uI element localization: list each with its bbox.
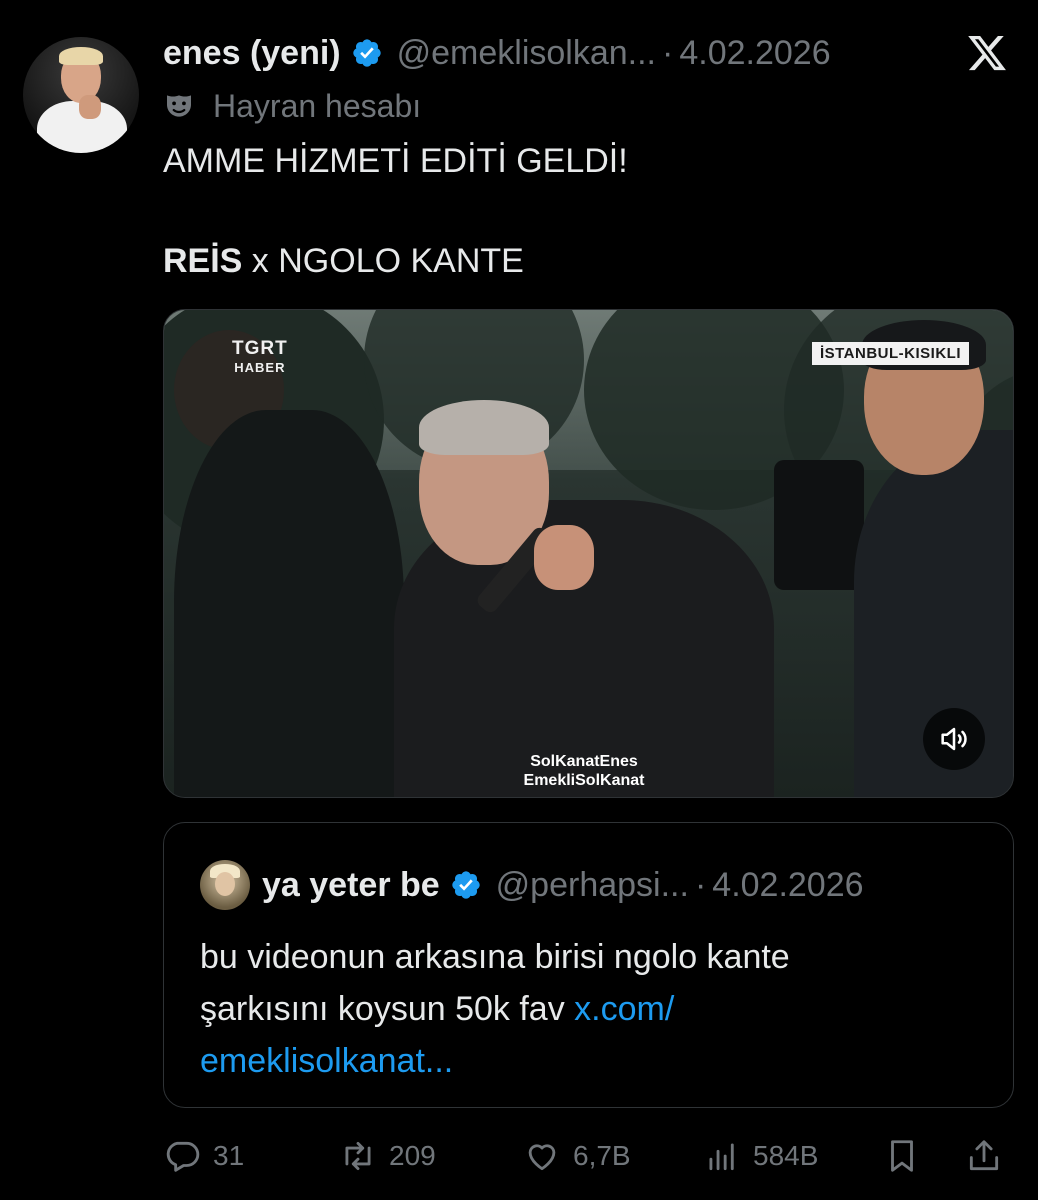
bookmark-button[interactable] [883,1132,921,1180]
tweet-date[interactable]: 4.02.2026 [679,34,830,73]
location-badge: İSTANBUL-KISIKLI [811,342,969,365]
separator-dot: · [694,865,707,904]
repost-icon [345,1141,371,1171]
quote-text: bu videonun arkasına birisi ngolo kante … [200,931,790,1087]
like-button[interactable]: 6,7B [523,1132,631,1180]
speaker-icon [941,727,967,751]
bookmark-icon [891,1140,913,1172]
sound-toggle-button[interactable] [923,708,985,770]
quote-header: ya yeter be @perhapsi... · 4.02.2026 [262,861,864,909]
reply-count: 31 [213,1140,245,1171]
share-button[interactable] [965,1132,1003,1180]
separator-dot: · [662,33,674,72]
tweet-text-line2: REİS x NGOLO KANTE [163,242,524,281]
views-icon [709,1143,734,1171]
like-count: 6,7B [573,1140,631,1171]
watermark-line2: EmekliSolKanat [523,772,645,789]
quote-date[interactable]: 4.02.2026 [712,866,863,905]
verified-badge-icon [452,871,480,899]
tweet-header: enes (yeni) @emeklisolkan... · 4.02.2026 [163,30,831,76]
repost-button[interactable]: 209 [339,1132,436,1180]
tweet-text-line1: AMME HİZMETİ EDİTİ GELDİ! [163,142,628,180]
avatar-hair [59,47,103,65]
views-count: 584B [753,1140,819,1171]
quote-text-line2: şarkısını koysun 50k fav x.com/ [200,983,790,1035]
watermark-line1: SolKanatEnes [530,753,638,770]
channel-logo: TGRT HABER [232,338,288,375]
video-watermark: SolKanatEnes EmekliSolKanat [494,752,674,790]
video-figure [174,410,404,797]
quoted-tweet[interactable]: ya yeter be @perhapsi... · 4.02.2026 bu … [163,822,1014,1108]
author-avatar[interactable] [23,37,139,153]
share-icon [969,1140,999,1171]
reply-button[interactable]: 31 [163,1132,244,1180]
quote-text-line2-plain: şarkısını koysun 50k fav [200,990,575,1028]
tweet-video[interactable]: TGRT HABER İSTANBUL-KISIKLI SolKanatEnes… [163,309,1014,798]
reply-icon [166,1141,200,1172]
video-camera [774,460,864,590]
x-logo-icon [968,35,1006,71]
video-figure [534,525,594,590]
account-label: Hayran hesabı [213,87,422,124]
views-button[interactable]: 584B [703,1132,818,1180]
quote-link-part2[interactable]: emeklisolkanat... [200,1035,790,1087]
video-figure [419,400,549,455]
author-handle[interactable]: @emeklisolkan... [397,34,656,73]
repost-count: 209 [389,1140,436,1171]
channel-name: TGRT [232,338,288,359]
heart-icon [528,1144,556,1171]
author-display-name[interactable]: enes (yeni) [163,34,341,73]
theater-mask-icon [167,95,191,117]
quote-text-line1: bu videonun arkasına birisi ngolo kante [200,938,790,976]
tweet-text-bold: REİS [163,242,243,280]
channel-sub: HABER [234,360,286,375]
verified-badge-icon [352,39,381,67]
avatar-face [215,872,235,896]
quote-author-name[interactable]: ya yeter be [262,866,440,905]
avatar-hand [79,95,101,119]
account-label-row: Hayran hesabı [163,84,421,128]
quote-author-avatar[interactable] [200,860,250,910]
action-bar: 31 209 6,7B 584B [163,1132,1014,1180]
quote-link-part1[interactable]: x.com/ [574,990,674,1028]
tweet-text-rest: x NGOLO KANTE [242,242,524,280]
quote-author-handle[interactable]: @perhapsi... [496,866,689,905]
